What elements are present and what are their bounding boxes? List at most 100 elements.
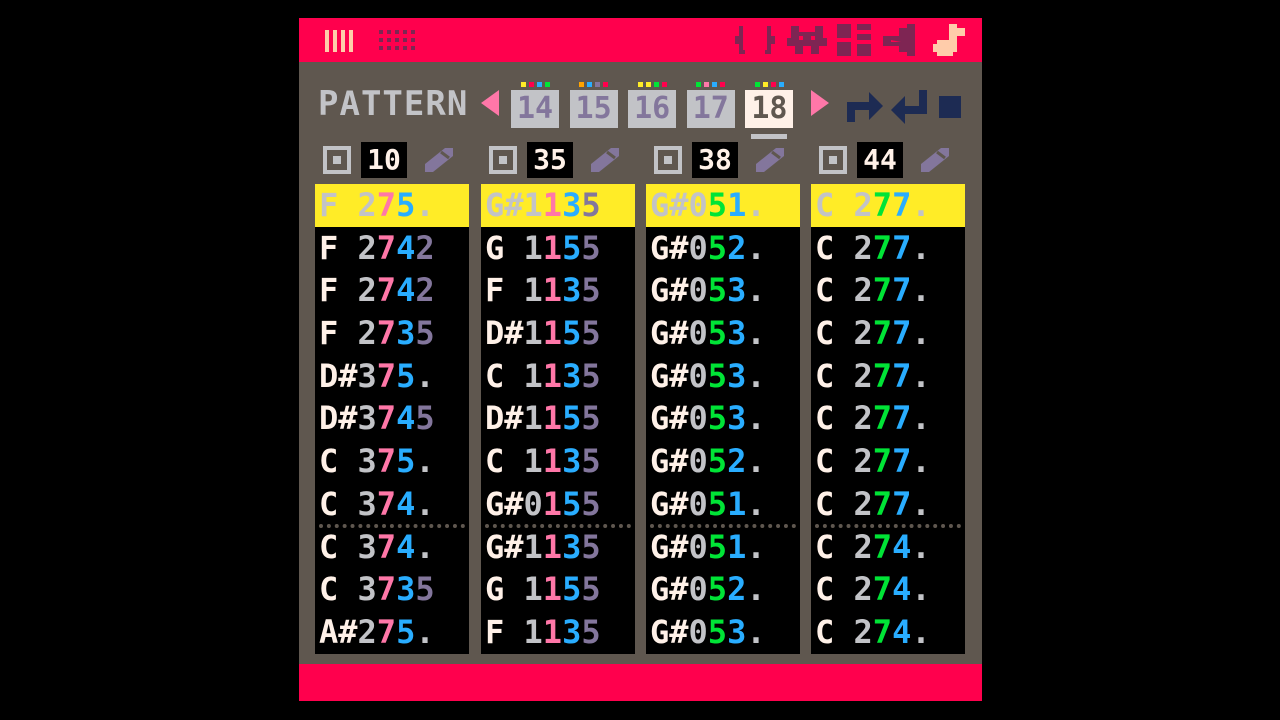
note-cell: C [815,271,854,310]
dot-cell: . [415,186,435,224]
next-pattern-arrow-icon[interactable] [811,90,829,116]
pattern-slot-18[interactable]: 18 [745,82,794,142]
note-cell: G# [650,612,689,651]
sfx-number[interactable]: 38 [692,142,738,178]
editor-toolbar [299,18,982,62]
channel-1[interactable]: F 275. F 2742 F 2742 F 2735 D#375. D#3745 C 37… [315,184,469,654]
note-row[interactable]: C 277. [811,355,965,398]
sfx-speaker-icon[interactable] [883,24,923,56]
inst2-cell: 5 [707,570,728,609]
bars-icon[interactable] [323,24,363,56]
note-row[interactable]: D#375. [315,355,469,398]
note-row[interactable]: F 2742 [315,269,469,312]
note-cell: G [485,570,524,609]
note-row[interactable]: A#275. [315,611,469,654]
pencil-icon[interactable] [589,148,619,172]
pencil-icon[interactable] [754,148,784,172]
note-row[interactable]: C 274. [811,611,965,654]
inst-cell: 7 [376,271,397,310]
sfx-number[interactable]: 10 [361,142,407,178]
pencil-icon[interactable] [423,148,453,172]
channel-toggle[interactable] [489,146,517,174]
channel-toggle[interactable] [323,146,351,174]
channel-toggle[interactable] [654,146,682,174]
sprite-invader-icon[interactable] [787,24,827,56]
note-row[interactable]: G#053. [646,269,800,312]
note-row[interactable]: C 277. [811,269,965,312]
note-row[interactable]: C 1135 [481,440,635,483]
note-cell: C [815,314,854,353]
note-row[interactable]: G 1155 [481,568,635,611]
channel-dot [536,82,542,87]
note-row[interactable]: C 374. [315,526,469,569]
channel-toggle[interactable] [819,146,847,174]
note-row[interactable]: C 277. [811,312,965,355]
pattern-slot-15[interactable]: 15 [569,82,618,142]
note-row[interactable]: C 277. [811,483,965,526]
note-row[interactable]: G#0155 [481,483,635,526]
sfx-number[interactable]: 35 [527,142,573,178]
note-row[interactable]: G#1135 [481,526,635,569]
note-row[interactable]: F 2742 [315,227,469,270]
note-row[interactable]: G 1155 [481,227,635,270]
note-row[interactable]: G#053. [646,312,800,355]
pattern-slot-16[interactable]: 16 [628,82,677,142]
channel-3[interactable]: G#051. G#052. G#053. G#053. G#053. G#053. G#05… [646,184,800,654]
note-row[interactable]: F 1135 [481,611,635,654]
dot-cell: . [415,356,435,395]
note-row[interactable]: C 277. [811,397,965,440]
note-row[interactable]: G#052. [646,568,800,611]
note-row[interactable]: D#1155 [481,397,635,440]
stop-icon[interactable] [939,96,961,118]
pattern-slot-14[interactable]: 14 [511,82,559,142]
note-row[interactable]: C 277. [811,440,965,483]
note-row[interactable]: G#053. [646,355,800,398]
note-row[interactable]: F 2735 [315,312,469,355]
oct-cell: 0 [688,527,708,566]
inst-cell: 7 [376,314,397,353]
note-row[interactable]: D#3745 [315,397,469,440]
note-row[interactable]: G#052. [646,440,800,483]
note-row[interactable]: C 374. [315,483,469,526]
code-brackets-icon[interactable] [735,24,775,56]
channel-4[interactable]: C 277. C 277. C 277. C 277. C 277. C 277. C 27… [811,184,965,654]
dot-cell: . [911,527,931,566]
note-row[interactable]: F 1135 [481,269,635,312]
note-row[interactable]: C 277. [811,227,965,270]
loop-back-icon[interactable] [891,90,927,124]
note-cell: A# [319,612,358,651]
pattern-slot-17[interactable]: 17 [686,82,735,142]
vol-cell: 3 [727,356,747,395]
dot-cell: . [415,442,435,481]
dot-cell: . [911,612,931,651]
loop-start-icon[interactable] [847,88,883,122]
pencil-icon[interactable] [919,148,949,172]
prev-pattern-arrow-icon[interactable] [481,90,499,116]
music-note-icon[interactable] [933,24,969,56]
grid-dots-icon[interactable] [377,24,417,56]
note-cell: G# [650,570,689,609]
vol-cell: 4 [396,399,416,438]
note-row[interactable]: F 275. [315,184,469,227]
note-row[interactable]: G#053. [646,611,800,654]
note-row[interactable]: C 277. [811,184,965,227]
note-row[interactable]: C 274. [811,568,965,611]
note-row[interactable]: G#051. [646,483,800,526]
note-row[interactable]: C 375. [315,440,469,483]
note-row[interactable]: D#1155 [481,312,635,355]
map-tiles-icon[interactable] [837,24,873,56]
note-row[interactable]: C 274. [811,526,965,569]
note-cell: G# [650,527,689,566]
channel-2[interactable]: G#1135 G 1155 F 1135 D#1155 C 1135 D#1155 C 11… [481,184,635,654]
note-row[interactable]: G#051. [646,184,800,227]
note-row[interactable]: G#1135 [481,184,635,227]
note-row[interactable]: G#053. [646,397,800,440]
note-row[interactable]: G#052. [646,227,800,270]
note-cell: D# [319,356,358,395]
note-row[interactable]: G#051. [646,526,800,569]
note-row[interactable]: C 3735 [315,568,469,611]
note-cell: F [319,271,358,310]
dot-cell: . [746,442,766,481]
sfx-number[interactable]: 44 [857,142,903,178]
note-row[interactable]: C 1135 [481,355,635,398]
